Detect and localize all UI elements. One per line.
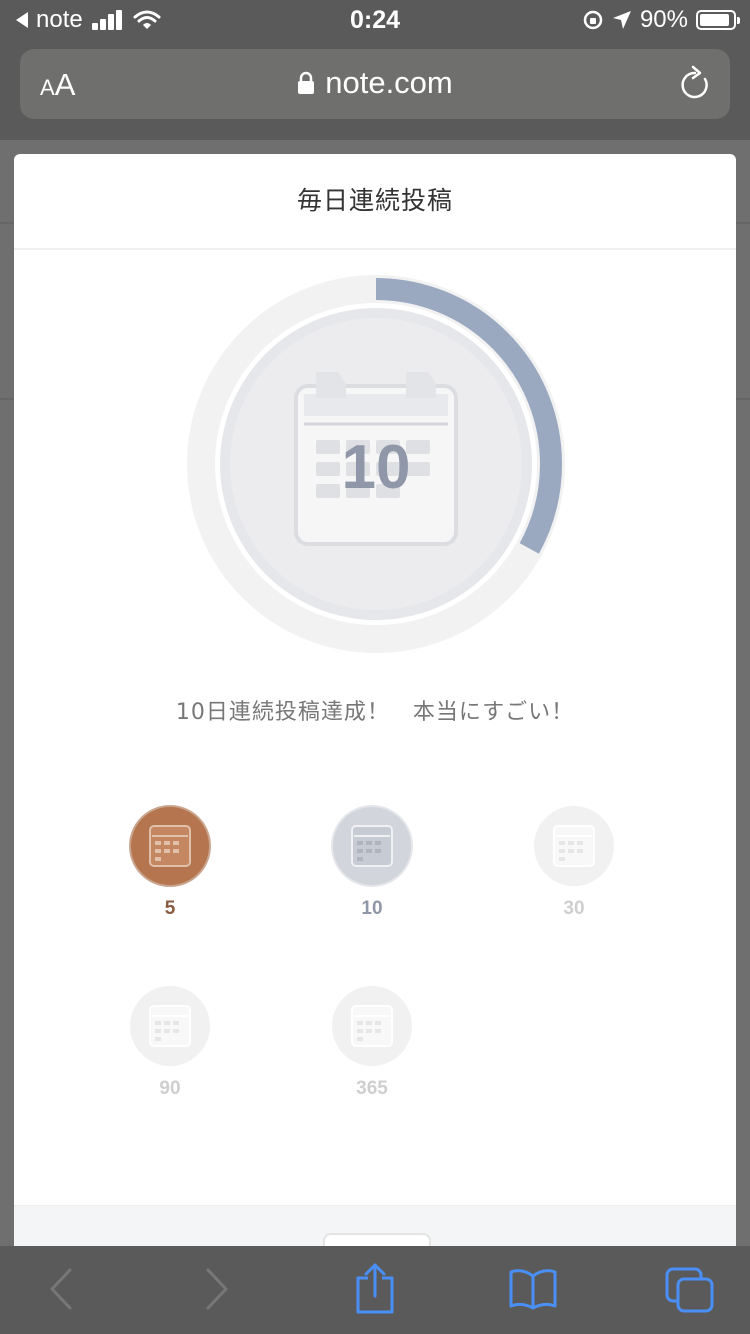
calendar-icon xyxy=(351,1005,393,1047)
address-bar[interactable]: AA note.com xyxy=(20,49,730,119)
battery-percent: 90% xyxy=(639,6,688,33)
battery-level xyxy=(700,14,729,26)
browser-navbar: AA note.com xyxy=(0,40,750,140)
current-streak-number: 10 xyxy=(342,433,411,502)
badge-5[interactable]: 5 xyxy=(110,804,230,920)
tabs-icon[interactable] xyxy=(664,1266,716,1318)
badge-90[interactable]: 90 xyxy=(110,984,230,1100)
streak-progress-ring: 10 xyxy=(186,274,566,654)
achievement-message: 10日連続投稿達成！ 本当にすごい！ xyxy=(175,700,575,725)
forward-icon[interactable] xyxy=(202,1266,232,1316)
badge-label: 10 xyxy=(361,898,383,919)
url-text: note.com xyxy=(325,65,453,100)
streak-modal: 毎日連続投稿 10 10日連続投稿達成！ 本当にすごい！ 5 10 30 90 … xyxy=(14,154,736,1264)
browser-toolbar xyxy=(0,1246,750,1334)
badge-10[interactable]: 10 xyxy=(312,804,432,920)
calendar-icon xyxy=(351,825,393,867)
badge-label: 30 xyxy=(563,898,585,919)
lock-icon xyxy=(297,67,315,103)
location-icon xyxy=(612,11,631,29)
bookmarks-icon[interactable] xyxy=(508,1268,558,1314)
url-display[interactable]: note.com xyxy=(20,65,730,103)
status-bar: note 0:24 90% xyxy=(0,0,750,40)
calendar-icon xyxy=(149,1005,191,1047)
badge-label: 5 xyxy=(164,898,176,919)
status-right: 90% xyxy=(582,6,740,34)
modal-title: 毎日連続投稿 xyxy=(14,154,736,250)
badge-30[interactable]: 30 xyxy=(514,804,634,920)
share-icon[interactable] xyxy=(354,1262,396,1318)
badge-365[interactable]: 365 xyxy=(312,984,432,1100)
calendar-icon xyxy=(149,825,191,867)
reload-icon[interactable] xyxy=(678,65,712,105)
back-icon[interactable] xyxy=(46,1266,76,1316)
badge-label: 365 xyxy=(356,1078,388,1099)
calendar-icon xyxy=(553,825,595,867)
orientation-lock-icon xyxy=(583,10,603,30)
badge-label: 90 xyxy=(159,1078,181,1099)
battery-icon xyxy=(696,10,740,30)
